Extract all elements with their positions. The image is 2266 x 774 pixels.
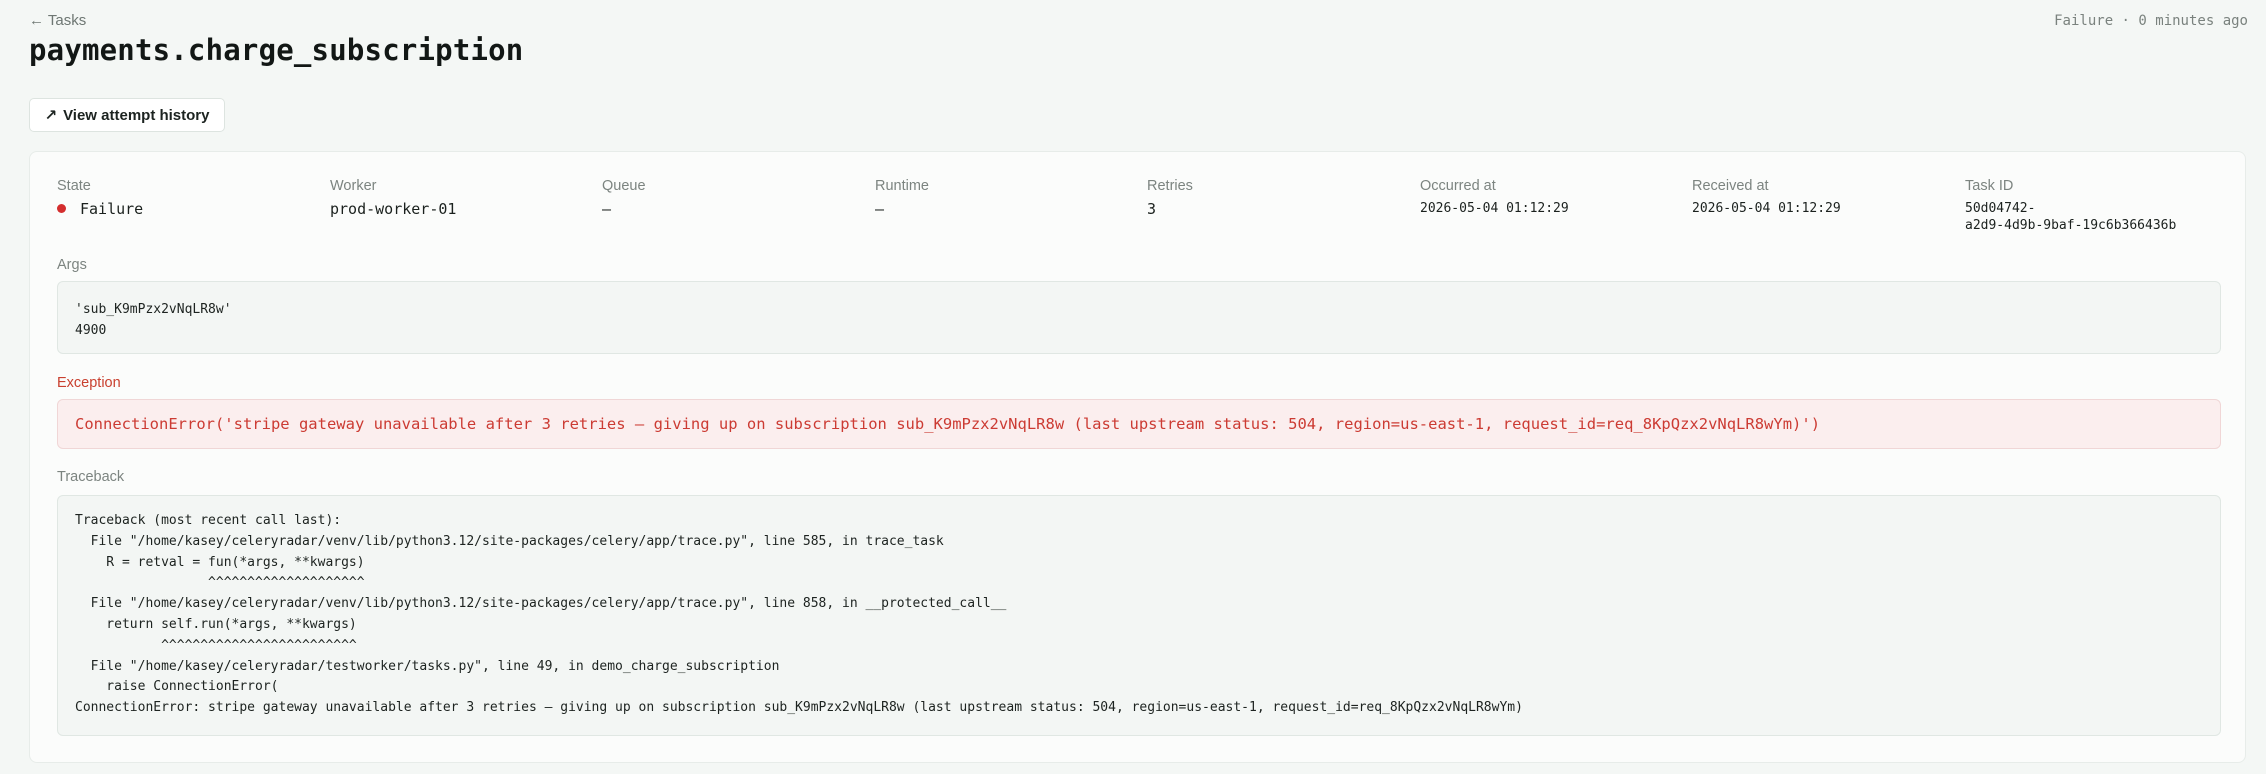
meta-worker: Worker prod-worker-01 [330, 178, 456, 218]
meta-state: State Failure [57, 178, 143, 218]
meta-runtime-value: — [875, 200, 885, 218]
traceback-content: Traceback (most recent call last): File … [75, 513, 1523, 716]
meta-queue-value: — [602, 200, 612, 218]
meta-retries-label: Retries [1147, 178, 1193, 194]
meta-task-id: Task ID 50d04742- a2d9-4d9b-9baf-19c6b36… [1965, 178, 2176, 234]
meta-occurred-at-value: 2026-05-04 01:12:29 [1420, 201, 1569, 216]
meta-received-at-value: 2026-05-04 01:12:29 [1692, 201, 1841, 216]
meta-worker-value: prod-worker-01 [330, 200, 457, 218]
args-box: 'sub_K9mPzx2vNqLR8w' 4900 [57, 281, 2221, 354]
meta-task-id-value: 50d04742- a2d9-4d9b-9baf-19c6b366436b [1965, 201, 2177, 233]
meta-state-value: Failure [57, 200, 143, 218]
meta-queue: Queue — [602, 178, 646, 218]
meta-state-label: State [57, 178, 91, 194]
exception-label: Exception [57, 375, 121, 391]
meta-runtime-label: Runtime [875, 178, 929, 194]
meta-queue-label: Queue [602, 178, 646, 194]
view-attempt-history-button[interactable]: ↗ View attempt history [29, 98, 225, 132]
back-to-tasks-link[interactable]: ← Tasks [29, 12, 86, 29]
meta-received-at-label: Received at [1692, 178, 1769, 194]
view-attempt-history-label: View attempt history [63, 106, 210, 124]
args-label: Args [57, 257, 87, 273]
meta-retries-value: 3 [1147, 200, 1157, 218]
meta-state-text: Failure [80, 200, 144, 218]
meta-retries: Retries 3 [1147, 178, 1193, 218]
exception-box: ConnectionError('stripe gateway unavaila… [57, 399, 2221, 449]
status-summary: Failure · 0 minutes ago [2054, 13, 2248, 29]
failure-status-dot-icon [57, 204, 66, 213]
page-title: payments.charge_subscription [29, 33, 524, 67]
meta-received-at: Received at 2026-05-04 01:12:29 [1692, 178, 1841, 217]
traceback-label: Traceback [57, 469, 125, 485]
meta-runtime: Runtime — [875, 178, 929, 218]
meta-occurred-at-label: Occurred at [1420, 178, 1496, 194]
task-detail-card: State Failure Worker prod-worker-01 Queu… [29, 151, 2246, 763]
exception-content: ConnectionError('stripe gateway unavaila… [75, 415, 1821, 433]
arrow-up-right-icon: ↗ [44, 107, 58, 124]
args-content: 'sub_K9mPzx2vNqLR8w' 4900 [75, 302, 232, 338]
meta-worker-label: Worker [330, 178, 377, 194]
traceback-box: Traceback (most recent call last): File … [57, 495, 2221, 736]
meta-occurred-at: Occurred at 2026-05-04 01:12:29 [1420, 178, 1569, 217]
meta-task-id-label: Task ID [1965, 178, 2014, 194]
